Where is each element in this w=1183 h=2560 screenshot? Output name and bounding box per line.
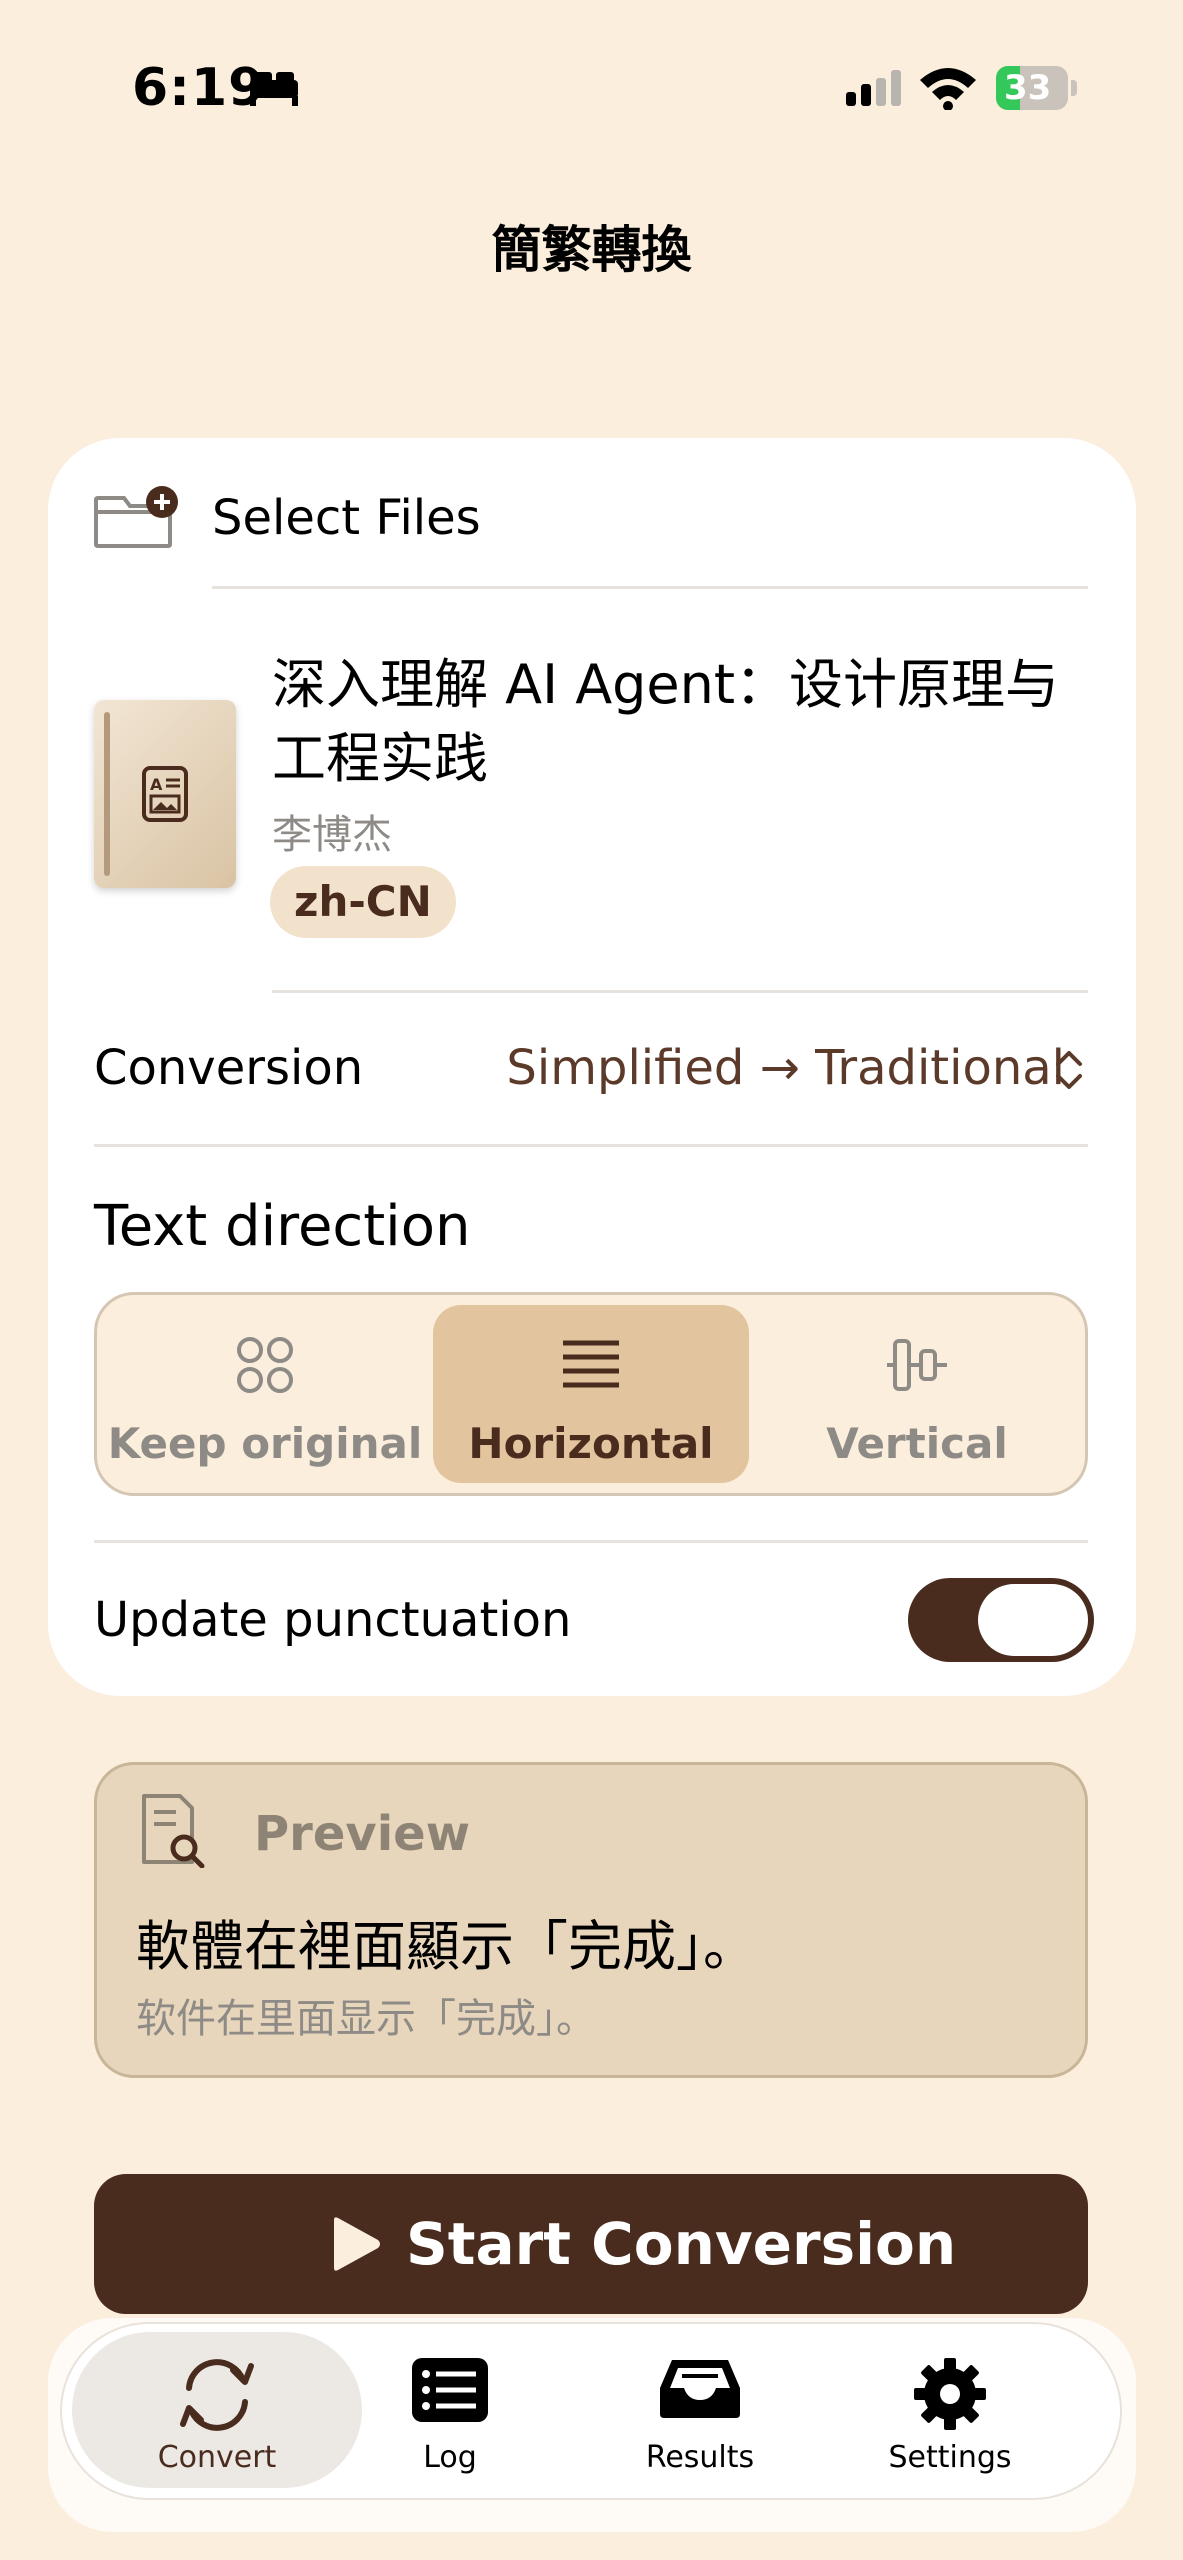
- cellular-signal-icon: [846, 70, 901, 106]
- svg-text:A: A: [150, 775, 163, 794]
- tab-log[interactable]: Log: [332, 2332, 568, 2488]
- tab-convert[interactable]: Convert: [72, 2332, 362, 2488]
- horizontal-lines-icon: [563, 1340, 619, 1388]
- book-title: 深入理解 AI Agent：设计原理与工程实践: [272, 653, 1060, 790]
- document-image-icon: A: [142, 766, 188, 822]
- preview-label: Preview: [254, 1806, 471, 1862]
- four-circles-icon: [237, 1337, 293, 1393]
- tab-settings[interactable]: Settings: [832, 2332, 1068, 2488]
- tab-label: Log: [423, 2440, 477, 2475]
- divider: [212, 586, 1088, 589]
- segment-vertical[interactable]: Vertical: [759, 1305, 1075, 1483]
- gear-icon: [914, 2358, 986, 2430]
- convert-icon: [180, 2359, 254, 2431]
- battery-percentage: 33: [1004, 68, 1052, 108]
- tab-results[interactable]: Results: [582, 2332, 818, 2488]
- text-direction-segmented-control: Keep original Horizontal Vertical: [94, 1292, 1088, 1496]
- document-search-icon: [142, 1794, 205, 1868]
- book-cover: A: [94, 700, 236, 888]
- status-time: 6:19: [132, 58, 266, 118]
- divider: [94, 1144, 1088, 1147]
- preview-traditional-text: 軟體在裡面顯示「完成」。: [136, 1915, 757, 1978]
- preview-simplified-text: 软件在里面显示「完成」。: [136, 1996, 596, 2042]
- folder-add-icon[interactable]: [92, 484, 182, 550]
- chevron-up-down-icon[interactable]: [1052, 1048, 1086, 1092]
- page-title: 簡繁轉換: [491, 221, 692, 279]
- tab-label: Convert: [157, 2440, 277, 2475]
- text-direction-label: Text direction: [94, 1194, 471, 1259]
- segment-horizontal[interactable]: Horizontal: [433, 1305, 749, 1483]
- conversion-picker[interactable]: Simplified → Traditional: [506, 1040, 1065, 1096]
- tab-label: Results: [645, 2440, 755, 2475]
- update-punctuation-label: Update punctuation: [94, 1592, 572, 1648]
- vertical-columns-icon: [887, 1339, 947, 1391]
- start-conversion-label: Start Conversion: [406, 2210, 957, 2278]
- start-conversion-button[interactable]: Start Conversion: [94, 2174, 1088, 2314]
- update-punctuation-toggle[interactable]: [908, 1578, 1094, 1662]
- divider: [272, 990, 1088, 993]
- play-icon: [334, 2217, 380, 2271]
- segment-label: Horizontal: [468, 1419, 714, 1468]
- book-author: 李博杰: [272, 812, 392, 858]
- tab-label: Settings: [888, 2440, 1012, 2475]
- tab-bar: Convert Log Results Settings: [60, 2322, 1122, 2500]
- select-files-button[interactable]: Select Files: [212, 490, 481, 546]
- conversion-label: Conversion: [94, 1040, 364, 1096]
- segment-label: Keep original: [107, 1419, 423, 1468]
- language-badge: zh-CN: [270, 866, 456, 938]
- battery-indicator: 33: [996, 66, 1078, 110]
- wifi-icon: [920, 68, 976, 110]
- tray-icon: [660, 2360, 740, 2418]
- bed-icon: [250, 72, 298, 106]
- log-icon: [412, 2358, 488, 2422]
- segment-label: Vertical: [826, 1419, 1008, 1468]
- divider: [94, 1540, 1088, 1543]
- segment-keep-original[interactable]: Keep original: [107, 1305, 423, 1483]
